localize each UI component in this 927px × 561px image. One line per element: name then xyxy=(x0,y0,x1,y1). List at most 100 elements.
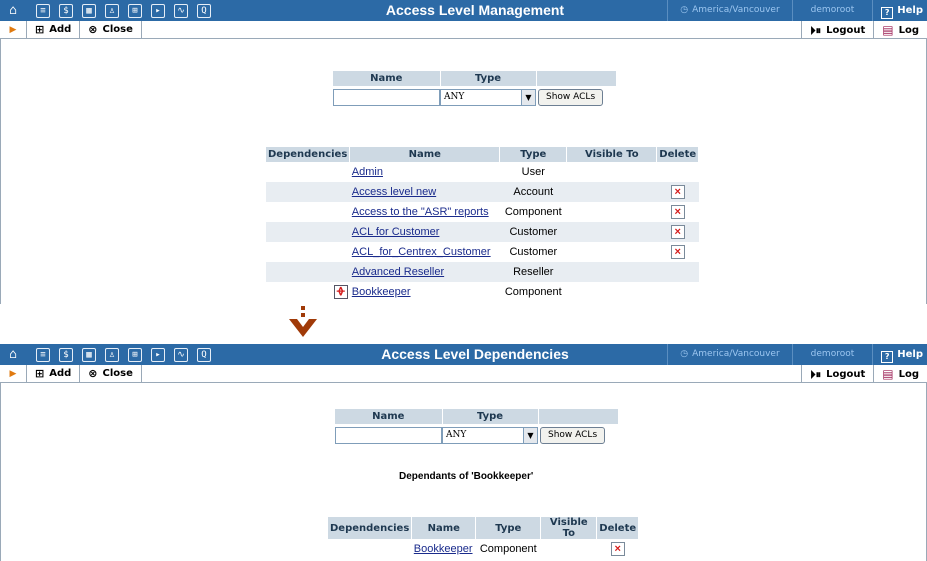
acl-type: Component xyxy=(504,206,562,218)
dollar-icon[interactable]: $ xyxy=(59,3,73,18)
col-delete: Delete xyxy=(596,517,640,539)
search-name-header: Name xyxy=(335,409,443,424)
list-icon[interactable]: ≡ xyxy=(36,347,50,362)
log-button[interactable]: ▤ Log xyxy=(873,365,927,383)
delete-icon[interactable]: × xyxy=(670,205,685,219)
help-icon: ? xyxy=(881,7,894,19)
page-title: Access Level Management xyxy=(385,2,565,18)
acl-name-link[interactable]: Admin xyxy=(352,166,383,178)
tree-icon[interactable]: ⊞ xyxy=(128,347,142,362)
table-row: Access level new Account × xyxy=(266,182,699,202)
acl-name-link[interactable]: ACL for Customer xyxy=(352,226,440,238)
log-icon: ▤ xyxy=(882,366,894,381)
timezone-link[interactable]: ◷ America/Vancouver xyxy=(667,344,791,365)
acl-visible-to xyxy=(567,202,657,222)
list-icon[interactable]: ≡ xyxy=(36,3,50,18)
dependencies-icon[interactable]: ᚖ xyxy=(333,285,348,299)
log-button[interactable]: ▤ Log xyxy=(873,21,927,39)
acl-name-link[interactable]: Access to the "ASR" reports xyxy=(352,206,489,218)
user-link[interactable]: demoroot xyxy=(791,0,873,21)
clock-icon: ◷ xyxy=(680,349,689,359)
toolbar: ▶ ⊞ Add ⊗ Close ⏵⏸ Logout ▤ Log xyxy=(0,364,927,383)
person-icon[interactable]: ♙ xyxy=(105,347,119,362)
dollar-icon[interactable]: $ xyxy=(59,347,73,362)
search-action-header xyxy=(536,71,617,86)
forward-icon[interactable]: ▸ xyxy=(151,3,165,18)
show-acls-button[interactable]: Show ACLs xyxy=(540,426,606,444)
acl-visible-to xyxy=(567,242,657,262)
delete-icon[interactable]: × xyxy=(610,542,625,556)
play-arrow-icon: ▶ xyxy=(9,368,17,379)
add-button[interactable]: ⊞ Add xyxy=(26,20,79,39)
delete-icon[interactable]: × xyxy=(670,245,685,259)
logout-button[interactable]: ⏵⏸ Logout xyxy=(801,365,873,383)
acl-type: Component xyxy=(479,543,537,555)
col-name: Name xyxy=(411,517,477,539)
help-button[interactable]: ? Help xyxy=(872,344,927,365)
home-icon[interactable]: ⌂ xyxy=(6,347,20,362)
search-icon[interactable]: Q xyxy=(197,3,211,18)
close-button[interactable]: ⊗ Close xyxy=(79,364,142,383)
log-icon: ▤ xyxy=(882,22,894,37)
name-search-input[interactable] xyxy=(333,88,440,106)
acl-visible-to xyxy=(541,539,597,559)
name-search-input[interactable] xyxy=(335,426,442,444)
acl-type: Component xyxy=(504,286,562,298)
help-label: Help xyxy=(897,349,923,360)
acl-name-link[interactable]: Advanced Reseller xyxy=(352,266,444,278)
table-row: ACL_for_Centrex_Customer Customer × xyxy=(266,242,699,262)
acl-visible-to xyxy=(567,162,657,182)
acl-type: Customer xyxy=(499,222,567,242)
type-select-value: ANY xyxy=(444,91,465,102)
content-area: Name Type ANY ▼ Show ACLs Dependants of '… xyxy=(0,383,927,561)
acl-name-link[interactable]: Bookkeeper xyxy=(352,286,411,298)
connector-arrow-icon xyxy=(289,306,317,337)
table-row: ACL for Customer Customer × xyxy=(266,222,699,242)
help-button[interactable]: ? Help xyxy=(872,0,927,21)
table-row: Admin User xyxy=(266,162,699,182)
play-arrow-icon: ▶ xyxy=(9,24,17,35)
logout-icon: ⏵⏸ xyxy=(810,367,822,381)
grid-icon[interactable]: ▦ xyxy=(82,3,96,18)
col-name: Name xyxy=(349,147,501,162)
acl-name-link[interactable]: Bookkeeper xyxy=(414,543,473,555)
user-link[interactable]: demoroot xyxy=(791,344,873,365)
show-acls-button[interactable]: Show ACLs xyxy=(538,88,604,106)
type-select-value: ANY xyxy=(446,429,467,440)
delete-icon[interactable]: × xyxy=(670,185,685,199)
type-select[interactable]: ANY ▼ xyxy=(440,88,536,106)
delete-icon[interactable]: × xyxy=(670,225,685,239)
logout-icon: ⏵⏸ xyxy=(810,23,822,37)
clock-icon: ◷ xyxy=(680,5,689,15)
grid-icon[interactable]: ▦ xyxy=(82,347,96,362)
col-dependencies: Dependencies xyxy=(328,517,413,539)
acl-name-link[interactable]: ACL_for_Centrex_Customer xyxy=(352,246,491,258)
tree-icon[interactable]: ⊞ xyxy=(128,3,142,18)
timezone-link[interactable]: ◷ America/Vancouver xyxy=(667,0,791,21)
logout-button[interactable]: ⏵⏸ Logout xyxy=(801,21,873,39)
search-form: Name Type ANY ▼ Show ACLs xyxy=(333,71,617,106)
title-bar: ⌂ ≡ $ ▦ ♙ ⊞ ▸ ∿ Q Access Level Dependenc… xyxy=(0,344,927,365)
col-visible-to: Visible To xyxy=(566,147,658,162)
chart-icon[interactable]: ∿ xyxy=(174,347,188,362)
acl-visible-to xyxy=(566,222,657,242)
home-icon[interactable]: ⌂ xyxy=(6,3,20,18)
search-icon[interactable]: Q xyxy=(197,347,211,362)
close-label: Close xyxy=(102,368,133,379)
close-button[interactable]: ⊗ Close xyxy=(79,20,142,39)
nav-icons: ⌂ ≡ $ ▦ ♙ ⊞ ▸ ∿ Q xyxy=(0,344,220,365)
col-dependencies: Dependencies xyxy=(266,147,351,162)
chart-icon[interactable]: ∿ xyxy=(174,3,188,18)
type-select[interactable]: ANY ▼ xyxy=(442,426,538,444)
acl-name-link[interactable]: Access level new xyxy=(352,186,436,198)
forward-icon[interactable]: ▸ xyxy=(151,347,165,362)
access-level-dependencies-panel: ⌂ ≡ $ ▦ ♙ ⊞ ▸ ∿ Q Access Level Dependenc… xyxy=(0,344,927,561)
search-name-header: Name xyxy=(333,71,441,86)
person-icon[interactable]: ♙ xyxy=(105,3,119,18)
chevron-down-icon: ▼ xyxy=(523,427,537,443)
add-button[interactable]: ⊞ Add xyxy=(26,364,79,383)
table-row: Bookkeeper Component × xyxy=(328,539,639,559)
add-icon: ⊞ xyxy=(35,23,45,36)
content-area: Name Type ANY ▼ Show ACLs Dependencies Na… xyxy=(0,39,927,304)
timezone-label: America/Vancouver xyxy=(692,349,780,359)
